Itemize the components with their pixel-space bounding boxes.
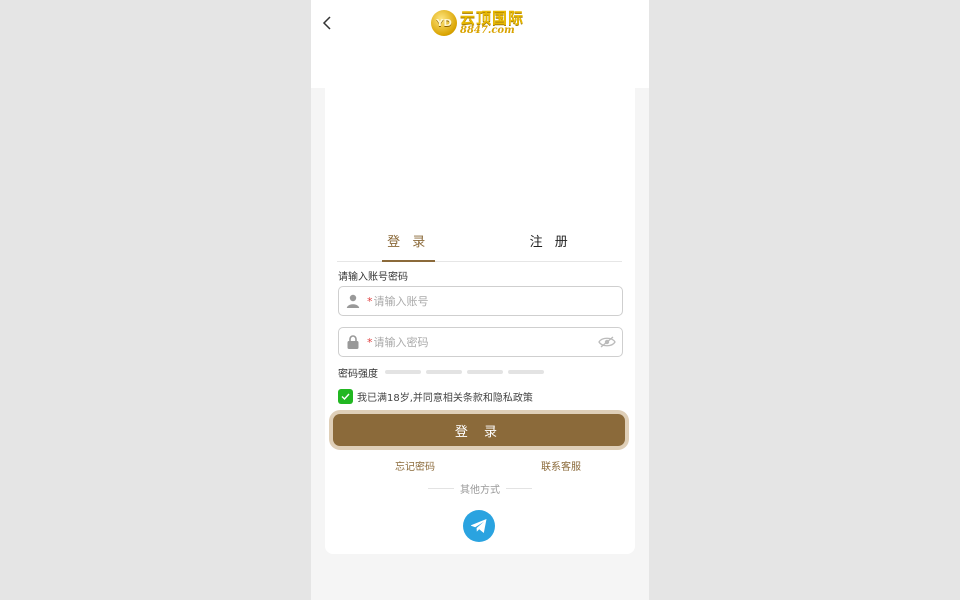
strength-bar bbox=[467, 370, 503, 374]
chevron-left-icon bbox=[322, 16, 331, 30]
telegram-login-button[interactable] bbox=[463, 510, 495, 542]
contact-support-link[interactable]: 联系客服 bbox=[541, 458, 581, 473]
logo-name: 云顶国际 bbox=[460, 8, 525, 27]
logo-mark: YD bbox=[431, 10, 457, 36]
username-field: * bbox=[338, 286, 623, 316]
toggle-password-button[interactable] bbox=[592, 336, 622, 348]
lock-icon bbox=[339, 335, 367, 349]
strength-bar bbox=[385, 370, 421, 374]
login-card: 登 录 注 册 请输入账号密码 * * bbox=[325, 88, 635, 554]
header: YD 云顶国际 8847.com bbox=[311, 0, 649, 88]
mobile-frame: YD 云顶国际 8847.com 登 录 注 册 请输入账号密码 * 请输入账号… bbox=[311, 0, 649, 600]
strength-bar bbox=[508, 370, 544, 374]
logo-text: 云顶国际 8847.com bbox=[460, 8, 525, 36]
other-methods-divider: 其他方式 bbox=[428, 481, 532, 496]
forgot-password-link[interactable]: 忘记密码 bbox=[395, 458, 435, 473]
logo-domain: 8847.com bbox=[460, 24, 515, 36]
password-input[interactable] bbox=[373, 329, 592, 355]
login-button[interactable]: 登 录 bbox=[333, 414, 625, 446]
required-mark: * bbox=[367, 335, 373, 349]
username-input[interactable] bbox=[373, 288, 622, 314]
back-button[interactable] bbox=[317, 12, 337, 34]
required-mark: * bbox=[367, 294, 373, 308]
eye-off-icon bbox=[598, 336, 616, 348]
strength-bar bbox=[426, 370, 462, 374]
tab-register[interactable]: 注 册 bbox=[480, 228, 623, 261]
telegram-icon bbox=[471, 519, 487, 533]
check-icon bbox=[341, 393, 350, 400]
logo: YD 云顶国际 8847.com bbox=[431, 6, 531, 40]
divider-text: 其他方式 bbox=[460, 485, 500, 496]
agreement-checkbox[interactable] bbox=[338, 389, 353, 404]
tab-login[interactable]: 登 录 bbox=[337, 228, 480, 262]
form-label: 请输入账号密码 bbox=[338, 272, 408, 283]
strength-label: 密码强度 bbox=[338, 368, 378, 380]
tab-bar: 登 录 注 册 bbox=[337, 228, 622, 262]
agreement-text: 我已满18岁,并同意相关条款和隐私政策 bbox=[357, 393, 533, 404]
agreement-row: 我已满18岁,并同意相关条款和隐私政策 bbox=[338, 389, 533, 404]
divider-line bbox=[428, 488, 454, 489]
divider-line bbox=[506, 488, 532, 489]
password-field: * bbox=[338, 327, 623, 357]
password-strength: 密码强度 bbox=[338, 366, 549, 380]
user-icon bbox=[339, 294, 367, 308]
